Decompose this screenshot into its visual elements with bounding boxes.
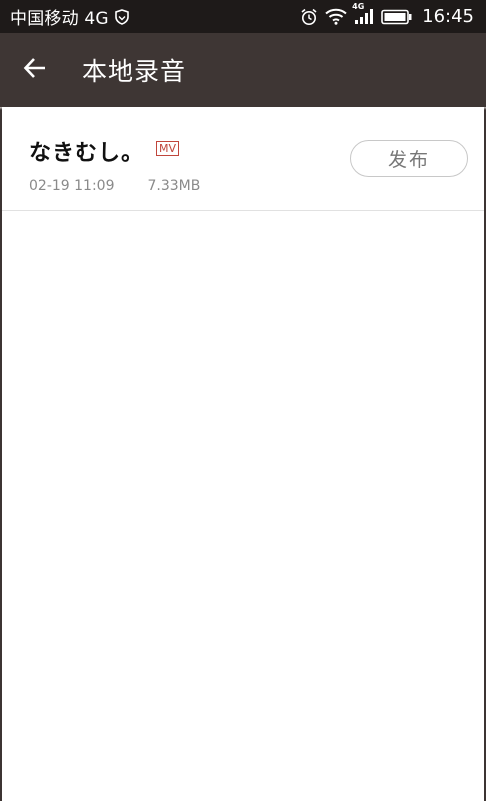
page-title: 本地录音 [82, 57, 187, 86]
recording-meta: 02-19 11:09 7.33MB [29, 178, 200, 194]
recording-date: 02-19 11:09 [29, 178, 115, 194]
song-title: なきむし。 [29, 141, 145, 166]
network-type-badge: 4G [352, 2, 365, 11]
status-right: 4G 16:45 [300, 2, 474, 27]
mv-badge: MV [156, 140, 180, 156]
alarm-icon [300, 8, 318, 26]
battery-icon [381, 9, 413, 25]
signal-icon: 4G [352, 2, 374, 25]
back-arrow-icon [23, 57, 47, 83]
carrier-label: 中国移动 4G [10, 9, 109, 29]
recording-size: 7.33MB [147, 178, 201, 194]
status-bar: 中国移动 4G 4G 16:45 [0, 0, 486, 33]
wifi-icon [325, 8, 347, 25]
app-bar: 本地录音 [0, 33, 486, 107]
shield-icon [114, 8, 129, 25]
publish-button[interactable]: 发布 [350, 140, 468, 177]
status-left: 中国移动 4G [10, 4, 129, 29]
status-time: 16:45 [422, 6, 474, 27]
recording-list: なきむし。 MV 02-19 11:09 7.33MB 发布 [2, 107, 484, 211]
back-button[interactable] [0, 33, 70, 107]
song-title-row: なきむし。 MV [29, 135, 180, 167]
recording-list-item[interactable]: なきむし。 MV 02-19 11:09 7.33MB 发布 [2, 107, 484, 211]
